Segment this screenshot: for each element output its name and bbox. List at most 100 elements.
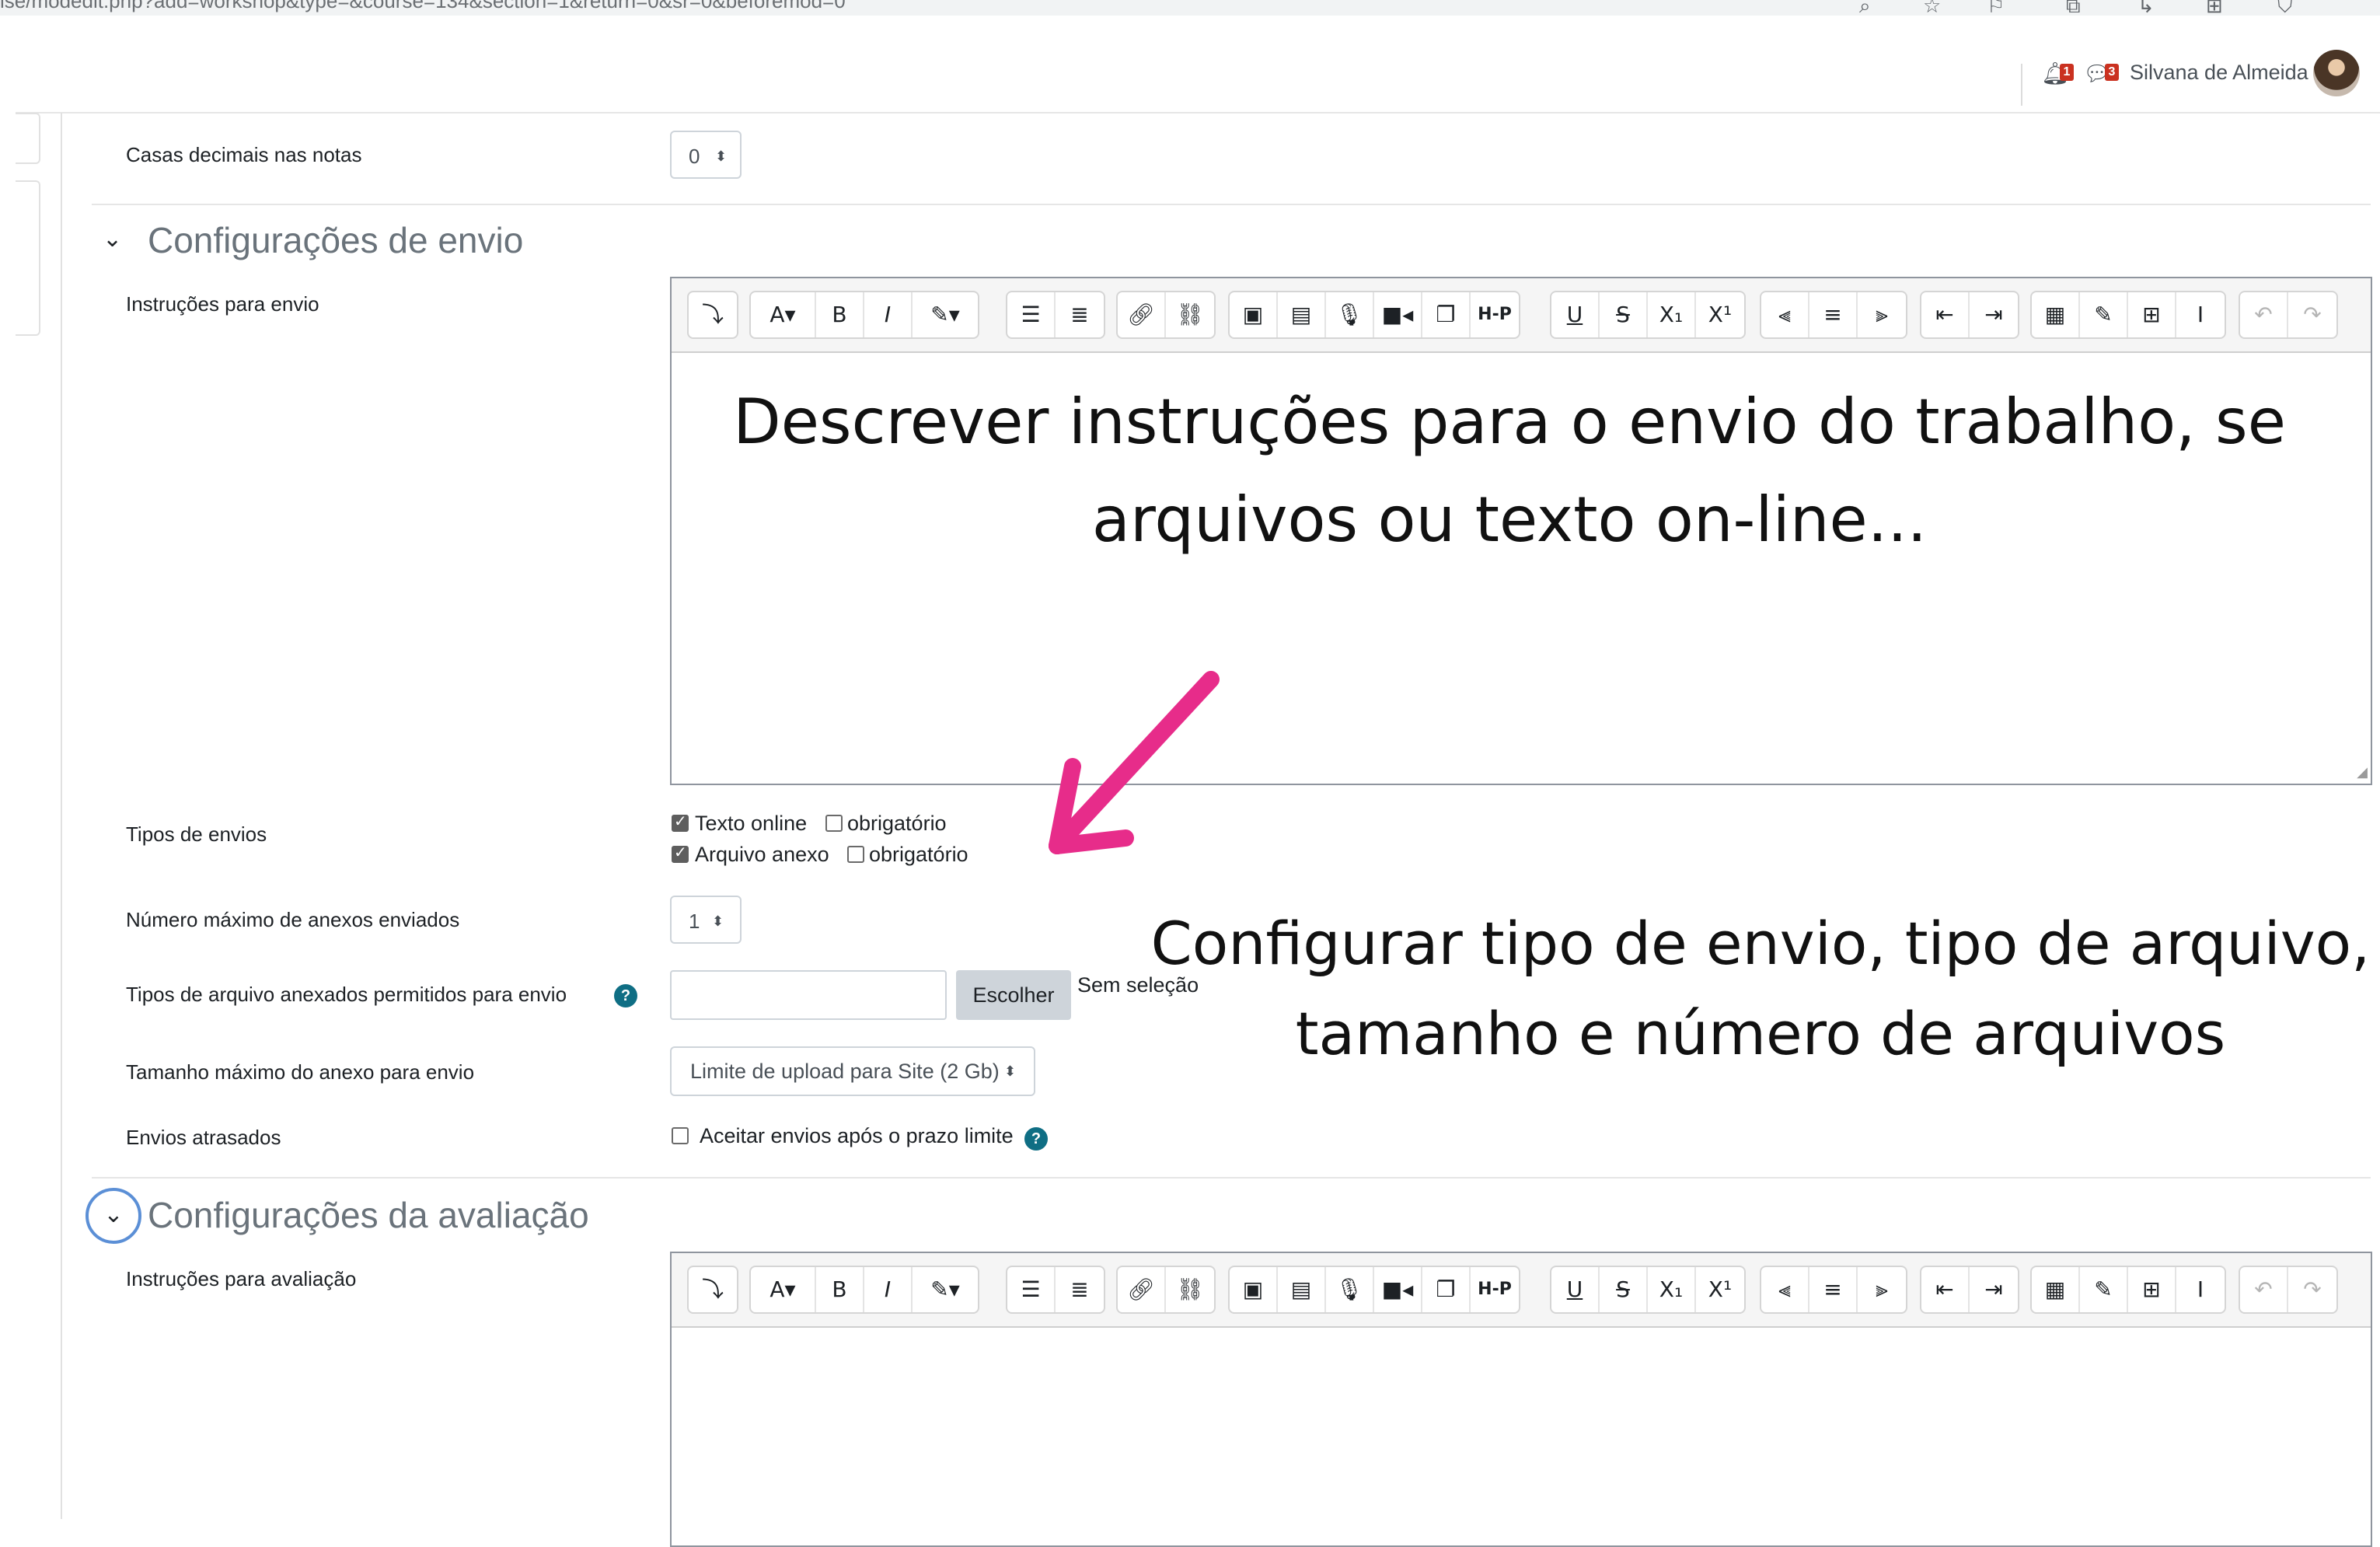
underline-icon[interactable]: U (1551, 292, 1600, 337)
bold-icon[interactable]: B (816, 1267, 864, 1312)
h5p-icon[interactable]: H-P (1471, 292, 1519, 337)
max-size-value: Limite de upload para Site (2 Gb) (690, 1060, 1000, 1083)
special-chars-icon[interactable]: ✎ (2080, 292, 2128, 337)
undo-icon[interactable]: ↶ (2240, 292, 2288, 337)
ordered-list-icon[interactable]: ≣ (1056, 292, 1104, 337)
font-color-icon[interactable]: A▾ (751, 1267, 816, 1312)
resize-grip-icon[interactable]: ◢ (2357, 764, 2368, 780)
editor-toolbar: ⤵ A▾ B I ✎▾ ☰ ≣ 🔗︎ ⛓ ▣ ▤ 🎙︎ ■◂ ❐ H-P U S… (672, 1253, 2371, 1328)
online-text-required-checkbox[interactable] (825, 815, 843, 832)
choose-button[interactable]: Escolher (956, 970, 1071, 1020)
strikethrough-icon[interactable]: S (1600, 292, 1648, 337)
star-icon[interactable]: ☆ (1923, 0, 1941, 16)
record-audio-icon[interactable]: 🎙︎ (1326, 292, 1374, 337)
toolbar-group-links: 🔗︎ ⛓ (1116, 291, 1216, 339)
toolbar-group-indent: ⇤ ⇥ (1920, 1266, 2019, 1314)
clear-formatting-icon[interactable]: I (2176, 292, 2225, 337)
media-icon[interactable]: ▤ (1278, 292, 1326, 337)
unlink-icon[interactable]: ⛓ (1166, 292, 1214, 337)
browser-address-bar[interactable]: lse/modedit.php?add=workshop&type=&cours… (0, 0, 2380, 16)
late-submissions-checkbox[interactable] (672, 1127, 689, 1144)
history-icon[interactable]: ↳ (2137, 0, 2155, 16)
align-center-icon[interactable]: ≡ (1809, 1267, 1858, 1312)
align-left-icon[interactable]: ⫷ (1761, 292, 1809, 337)
highlight-icon[interactable]: ✎▾ (913, 1267, 978, 1312)
image-icon[interactable]: ▣ (1230, 1267, 1278, 1312)
align-center-icon[interactable]: ≡ (1809, 292, 1858, 337)
toolbar-group-style: A▾ B I ✎▾ (749, 291, 979, 339)
underline-icon[interactable]: U (1551, 1267, 1600, 1312)
chevron-down-icon[interactable]: ⌄ (103, 225, 122, 253)
allowed-file-types-label: Tipos de arquivo anexados permitidos par… (126, 983, 567, 1006)
undo-icon[interactable]: ↶ (2240, 1267, 2288, 1312)
max-attachments-select[interactable]: 1 ⬍ (670, 896, 742, 944)
shield-icon[interactable]: ⛉ (2277, 0, 2293, 16)
unlink-icon[interactable]: ⛓ (1166, 1267, 1214, 1312)
online-text-checkbox[interactable] (672, 812, 689, 832)
align-left-icon[interactable]: ⫷ (1761, 1267, 1809, 1312)
editor-content-area[interactable] (672, 1328, 2371, 1545)
special-chars-icon[interactable]: ✎ (2080, 1267, 2128, 1312)
toolbar-group-collapse: ⤵ (687, 1266, 738, 1314)
bookmark-icon[interactable]: ⚐ (1987, 0, 2005, 16)
clear-formatting-icon[interactable]: I (2176, 1267, 2225, 1312)
assessment-section-title[interactable]: Configurações da avaliação (148, 1194, 589, 1236)
chevron-down-icon[interactable]: ⌄ (85, 1188, 141, 1244)
redo-icon[interactable]: ↷ (2288, 292, 2336, 337)
indent-icon[interactable]: ⇥ (1970, 1267, 2018, 1312)
assessment-instructions-editor[interactable]: ⤵ A▾ B I ✎▾ ☰ ≣ 🔗︎ ⛓ ▣ ▤ 🎙︎ ■◂ ❐ H-P U S… (670, 1252, 2372, 1547)
bold-icon[interactable]: B (816, 292, 864, 337)
help-icon[interactable]: ? (1024, 1127, 1048, 1151)
italic-icon[interactable]: I (864, 1267, 913, 1312)
align-right-icon[interactable]: ⫸ (1858, 1267, 1906, 1312)
link-icon[interactable]: 🔗︎ (1118, 292, 1166, 337)
file-attachment-required-checkbox[interactable] (847, 846, 864, 863)
max-size-select[interactable]: Limite de upload para Site (2 Gb) ⬍ (670, 1046, 1035, 1096)
annotation-config-line-1: Configurar tipo de envio, tipo de arquiv… (1150, 909, 2371, 978)
decimal-places-value: 0 (689, 145, 700, 168)
record-video-icon[interactable]: ■◂ (1374, 292, 1422, 337)
collapse-icon[interactable]: ⤵ (689, 292, 737, 337)
help-icon[interactable]: ? (614, 984, 637, 1007)
user-name[interactable]: Silvana de Almeida (2130, 61, 2308, 85)
redo-icon[interactable]: ↷ (2288, 1267, 2336, 1312)
drawer-panel[interactable] (16, 180, 40, 336)
superscript-icon[interactable]: X¹ (1696, 292, 1744, 337)
decimal-places-select[interactable]: 0 ⬍ (670, 131, 742, 179)
align-right-icon[interactable]: ⫸ (1858, 292, 1906, 337)
file-attachment-checkbox[interactable] (672, 843, 689, 863)
unordered-list-icon[interactable]: ☰ (1007, 292, 1056, 337)
equation-icon[interactable]: ▦ (2032, 1267, 2080, 1312)
media-icon[interactable]: ▤ (1278, 1267, 1326, 1312)
strikethrough-icon[interactable]: S (1600, 1267, 1648, 1312)
tab-icon[interactable]: ⊞ (2206, 0, 2223, 16)
manage-files-icon[interactable]: ❐ (1422, 1267, 1471, 1312)
allowed-file-types-input[interactable] (670, 970, 947, 1020)
unordered-list-icon[interactable]: ☰ (1007, 1267, 1056, 1312)
avatar[interactable] (2313, 50, 2360, 96)
submission-section-title[interactable]: Configurações de envio (148, 219, 523, 261)
outdent-icon[interactable]: ⇤ (1921, 292, 1970, 337)
italic-icon[interactable]: I (864, 292, 913, 337)
subscript-icon[interactable]: X₁ (1648, 1267, 1696, 1312)
equation-icon[interactable]: ▦ (2032, 292, 2080, 337)
search-icon[interactable]: ⌕ (1859, 0, 1871, 16)
extensions-icon[interactable]: ⧉ (2066, 0, 2081, 16)
ordered-list-icon[interactable]: ≣ (1056, 1267, 1104, 1312)
indent-icon[interactable]: ⇥ (1970, 292, 2018, 337)
record-audio-icon[interactable]: 🎙︎ (1326, 1267, 1374, 1312)
drawer-handle[interactable] (16, 113, 40, 164)
image-icon[interactable]: ▣ (1230, 292, 1278, 337)
link-icon[interactable]: 🔗︎ (1118, 1267, 1166, 1312)
record-video-icon[interactable]: ■◂ (1374, 1267, 1422, 1312)
table-icon[interactable]: ⊞ (2128, 1267, 2176, 1312)
table-icon[interactable]: ⊞ (2128, 292, 2176, 337)
superscript-icon[interactable]: X¹ (1696, 1267, 1744, 1312)
outdent-icon[interactable]: ⇤ (1921, 1267, 1970, 1312)
collapse-icon[interactable]: ⤵ (689, 1267, 737, 1312)
highlight-icon[interactable]: ✎▾ (913, 292, 978, 337)
h5p-icon[interactable]: H-P (1471, 1267, 1519, 1312)
font-color-icon[interactable]: A▾ (751, 292, 816, 337)
manage-files-icon[interactable]: ❐ (1422, 292, 1471, 337)
subscript-icon[interactable]: X₁ (1648, 292, 1696, 337)
